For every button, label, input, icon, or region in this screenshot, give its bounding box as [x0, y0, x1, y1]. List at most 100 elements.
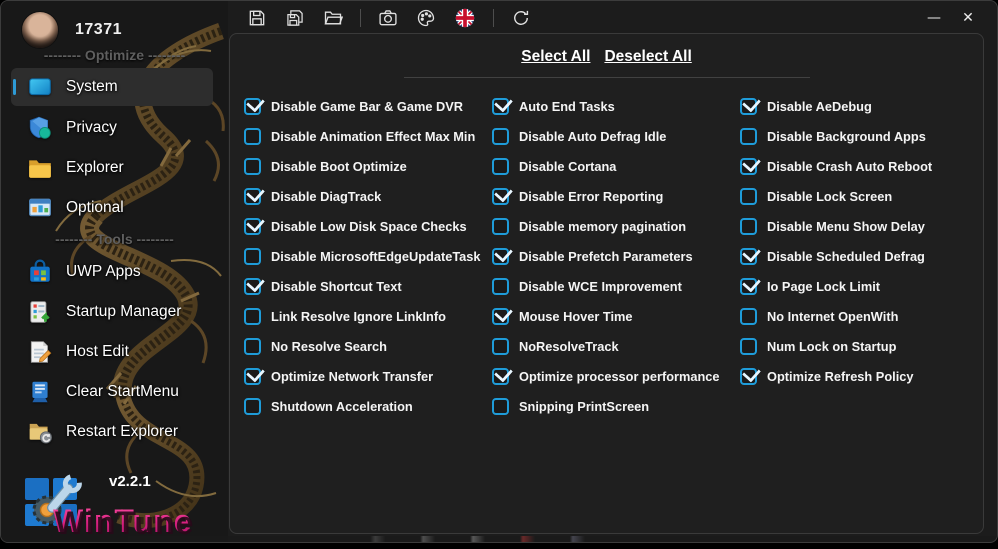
checkbox[interactable] [244, 337, 261, 355]
checkbox-label: Disable Animation Effect Max Min [271, 128, 476, 144]
tweak-row: Optimize Network Transfer [244, 361, 492, 391]
checkbox[interactable] [740, 97, 757, 115]
checkbox[interactable] [244, 277, 261, 295]
checkbox[interactable] [740, 367, 757, 385]
sidebar-item-explorer[interactable]: Explorer [1, 148, 228, 188]
minimize-button[interactable]: — [917, 4, 951, 32]
checkbox[interactable] [492, 187, 509, 205]
open-folder-button[interactable] [321, 6, 345, 30]
checkbox-label: Optimize processor performance [519, 368, 720, 384]
checkbox[interactable] [740, 337, 757, 355]
sidebar-item-startup-manager[interactable]: Startup Manager [1, 292, 228, 332]
checkbox[interactable] [244, 247, 261, 265]
checkbox[interactable] [244, 97, 261, 115]
checkbox[interactable] [740, 247, 757, 265]
sidebar-item-label: Restart Explorer [66, 423, 178, 440]
checkbox[interactable] [492, 97, 509, 115]
refresh-button[interactable] [509, 6, 533, 30]
checkbox-label: Optimize Network Transfer [271, 368, 434, 384]
select-all-link[interactable]: Select All [521, 48, 590, 66]
screenshot-button[interactable] [376, 6, 400, 30]
toolbar [228, 1, 997, 35]
deselect-all-link[interactable]: Deselect All [604, 48, 691, 66]
checkbox[interactable] [492, 367, 509, 385]
close-button[interactable]: ✕ [951, 4, 985, 32]
store-bag-icon [30, 259, 50, 282]
checkbox-label: Link Resolve Ignore LinkInfo [271, 308, 446, 324]
checkbox-label: Mouse Hover Time [519, 308, 633, 324]
checkbox[interactable] [740, 307, 757, 325]
tweak-row: NoResolveTrack [492, 331, 740, 361]
checkbox-label: Snipping PrintScreen [519, 398, 650, 414]
checkbox-label: Disable Prefetch Parameters [519, 248, 693, 264]
sidebar-item-privacy[interactable]: Privacy [1, 108, 228, 148]
checkbox[interactable] [244, 127, 261, 145]
tweak-row: Disable Cortana [492, 151, 740, 181]
theme-button[interactable] [414, 6, 438, 30]
checkbox-label: Disable Auto Defrag Idle [519, 128, 667, 144]
panel-header: Select All Deselect All [230, 48, 983, 66]
checkbox[interactable] [740, 277, 757, 295]
tweak-row: Optimize Refresh Policy [740, 361, 983, 391]
tweak-row: Disable Scheduled Defrag [740, 241, 983, 271]
checkbox[interactable] [244, 157, 261, 175]
checkbox-label: Disable Boot Optimize [271, 158, 407, 174]
checkbox[interactable] [492, 217, 509, 235]
checkbox[interactable] [492, 157, 509, 175]
sidebar-item-host-edit[interactable]: Host Edit [1, 332, 228, 372]
checkbox-label: Disable WCE Improvement [519, 278, 682, 294]
checkbox[interactable] [492, 307, 509, 325]
language-button[interactable] [452, 5, 478, 31]
save-as-button[interactable] [283, 6, 307, 30]
restart-explorer-icon [29, 423, 53, 444]
sidebar-item-restart-explorer[interactable]: Restart Explorer [1, 412, 228, 452]
sidebar-item-label: Optional [66, 199, 124, 216]
camera-icon [379, 10, 397, 26]
user-avatar[interactable] [21, 11, 59, 49]
checkbox-label: Io Page Lock Limit [767, 278, 881, 294]
host-edit-icon [30, 341, 52, 363]
clear-startmenu-icon [32, 381, 48, 403]
sidebar-item-system[interactable]: System [11, 68, 213, 106]
tweak-row: Num Lock on Startup [740, 331, 983, 361]
tweak-row: No Resolve Search [244, 331, 492, 361]
checkbox-label: Shutdown Acceleration [271, 398, 413, 414]
sidebar: 17371 -------- Optimize -------- System … [1, 1, 228, 542]
sidebar-item-clear-startmenu[interactable]: Clear StartMenu [1, 372, 228, 412]
checkbox[interactable] [740, 157, 757, 175]
checkbox[interactable] [492, 397, 509, 415]
checkbox[interactable] [244, 217, 261, 235]
checkbox[interactable] [492, 247, 509, 265]
optimize-section-label: -------- Optimize -------- [43, 47, 186, 63]
save-button[interactable] [245, 6, 269, 30]
checkbox-label: Disable Low Disk Space Checks [271, 218, 467, 234]
system-monitor-icon [29, 78, 51, 96]
version-label: v2.2.1 [109, 473, 151, 490]
tweak-row: Disable Game Bar & Game DVR [244, 91, 492, 121]
tweak-row: Io Page Lock Limit [740, 271, 983, 301]
checkbox[interactable] [244, 307, 261, 325]
tweak-row: Disable Crash Auto Reboot [740, 151, 983, 181]
checkbox[interactable] [740, 217, 757, 235]
privacy-shield-icon [29, 116, 51, 139]
checkbox[interactable] [492, 277, 509, 295]
sidebar-item-label: System [66, 78, 118, 95]
sidebar-item-uwp-apps[interactable]: UWP Apps [1, 252, 228, 292]
tweak-row: Disable Low Disk Space Checks [244, 211, 492, 241]
checkbox[interactable] [740, 187, 757, 205]
optional-window-icon [29, 198, 51, 217]
checkbox-label: Disable Lock Screen [767, 188, 893, 204]
checkbox-label: Disable Game Bar & Game DVR [271, 98, 464, 114]
sidebar-item-optional[interactable]: Optional [1, 188, 228, 228]
tweak-row: Disable Lock Screen [740, 181, 983, 211]
checkbox[interactable] [244, 187, 261, 205]
checkbox[interactable] [244, 367, 261, 385]
checkbox[interactable] [244, 397, 261, 415]
checkbox-columns: Disable Game Bar & Game DVR Disable Anima… [230, 78, 983, 421]
checkbox-label: Auto End Tasks [519, 98, 615, 114]
checkbox[interactable] [492, 337, 509, 355]
save-as-icon [287, 10, 303, 26]
sidebar-item-label: Host Edit [66, 343, 129, 360]
checkbox[interactable] [492, 127, 509, 145]
checkbox[interactable] [740, 127, 757, 145]
